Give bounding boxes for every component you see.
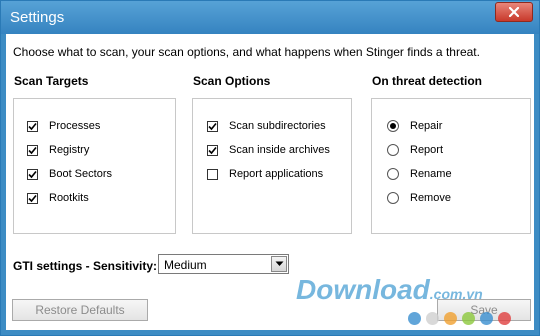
checkmark-icon	[28, 122, 37, 130]
watermark-dot	[426, 312, 439, 325]
gti-sensitivity-label: GTI settings - Sensitivity:	[13, 259, 158, 273]
gti-sensitivity-value: Medium	[164, 258, 207, 272]
checkbox-rootkits-label: Rootkits	[49, 192, 89, 204]
radio-rename-button[interactable]	[387, 168, 399, 180]
checkbox-scan-subdirectories[interactable]: Scan subdirectories	[207, 120, 326, 132]
radio-repair[interactable]: Repair	[387, 120, 442, 132]
radio-remove-label: Remove	[410, 192, 451, 204]
close-button[interactable]	[495, 2, 533, 22]
radio-remove-button[interactable]	[387, 192, 399, 204]
radio-repair-label: Repair	[410, 120, 443, 132]
checkmark-icon	[28, 146, 37, 154]
checkbox-boot-sectors[interactable]: Boot Sectors	[27, 168, 112, 180]
checkmark-icon	[208, 146, 217, 154]
chevron-down-icon[interactable]	[271, 256, 287, 272]
title-bar[interactable]: Settings	[1, 1, 539, 34]
checkbox-processes-box[interactable]	[27, 120, 38, 132]
checkbox-report-applications[interactable]: Report applications	[207, 168, 323, 180]
checkbox-registry-box[interactable]	[27, 144, 38, 156]
checkmark-icon	[28, 194, 37, 202]
checkbox-scan-subdirectories-label: Scan subdirectories	[229, 120, 326, 132]
settings-panel: Choose what to scan, your scan options, …	[6, 34, 534, 330]
checkbox-processes-label: Processes	[49, 120, 101, 132]
restore-defaults-label: Restore Defaults	[35, 303, 125, 317]
checkbox-scan-archives-label: Scan inside archives	[229, 144, 330, 156]
checkbox-rootkits-box[interactable]	[27, 192, 38, 204]
checkbox-boot-sectors-label: Boot Sectors	[49, 168, 112, 180]
checkbox-scan-archives[interactable]: Scan inside archives	[207, 144, 330, 156]
threat-detection-heading: On threat detection	[372, 74, 483, 88]
checkbox-report-applications-box[interactable]	[207, 168, 218, 180]
restore-defaults-button[interactable]: Restore Defaults	[12, 299, 148, 321]
watermark-dot	[408, 312, 421, 325]
gti-sensitivity-select[interactable]: Medium	[158, 254, 289, 274]
checkbox-processes[interactable]: Processes	[27, 120, 100, 132]
radio-rename-label: Rename	[410, 168, 452, 180]
scan-options-heading: Scan Options	[193, 74, 271, 88]
window-title: Settings	[10, 9, 65, 26]
watermark-suffix: .com.vn	[429, 286, 483, 302]
scan-options-group: Scan subdirectories Scan inside archives…	[192, 98, 352, 234]
download-watermark: Download.com.vn	[296, 274, 483, 306]
checkbox-scan-subdirectories-box[interactable]	[207, 120, 218, 132]
watermark-dot	[444, 312, 457, 325]
checkbox-rootkits[interactable]: Rootkits	[27, 192, 89, 204]
scan-targets-group: Processes Registry Boot Sectors Rootkits	[13, 98, 176, 234]
checkmark-icon	[28, 170, 37, 178]
close-icon	[509, 7, 519, 17]
watermark-dot	[462, 312, 475, 325]
radio-repair-button[interactable]	[387, 120, 399, 132]
radio-selected-dot	[390, 123, 396, 129]
watermark-text: Download	[296, 274, 430, 305]
watermark-dot	[480, 312, 493, 325]
watermark-dot	[498, 312, 511, 325]
radio-report-label: Report	[410, 144, 444, 156]
scan-targets-heading: Scan Targets	[14, 74, 89, 88]
checkbox-registry[interactable]: Registry	[27, 144, 89, 156]
checkbox-registry-label: Registry	[49, 144, 90, 156]
settings-window: Settings Choose what to scan, your scan …	[0, 0, 540, 336]
radio-report[interactable]: Report	[387, 144, 443, 156]
radio-remove[interactable]: Remove	[387, 192, 451, 204]
watermark-dots	[408, 312, 516, 325]
checkbox-report-applications-label: Report applications	[229, 168, 324, 180]
checkbox-scan-archives-box[interactable]	[207, 144, 218, 156]
checkbox-boot-sectors-box[interactable]	[27, 168, 38, 180]
threat-detection-group: Repair Report Rename Remove	[371, 98, 531, 234]
radio-report-button[interactable]	[387, 144, 399, 156]
radio-rename[interactable]: Rename	[387, 168, 452, 180]
checkmark-icon	[208, 122, 217, 130]
settings-description: Choose what to scan, your scan options, …	[13, 45, 480, 59]
